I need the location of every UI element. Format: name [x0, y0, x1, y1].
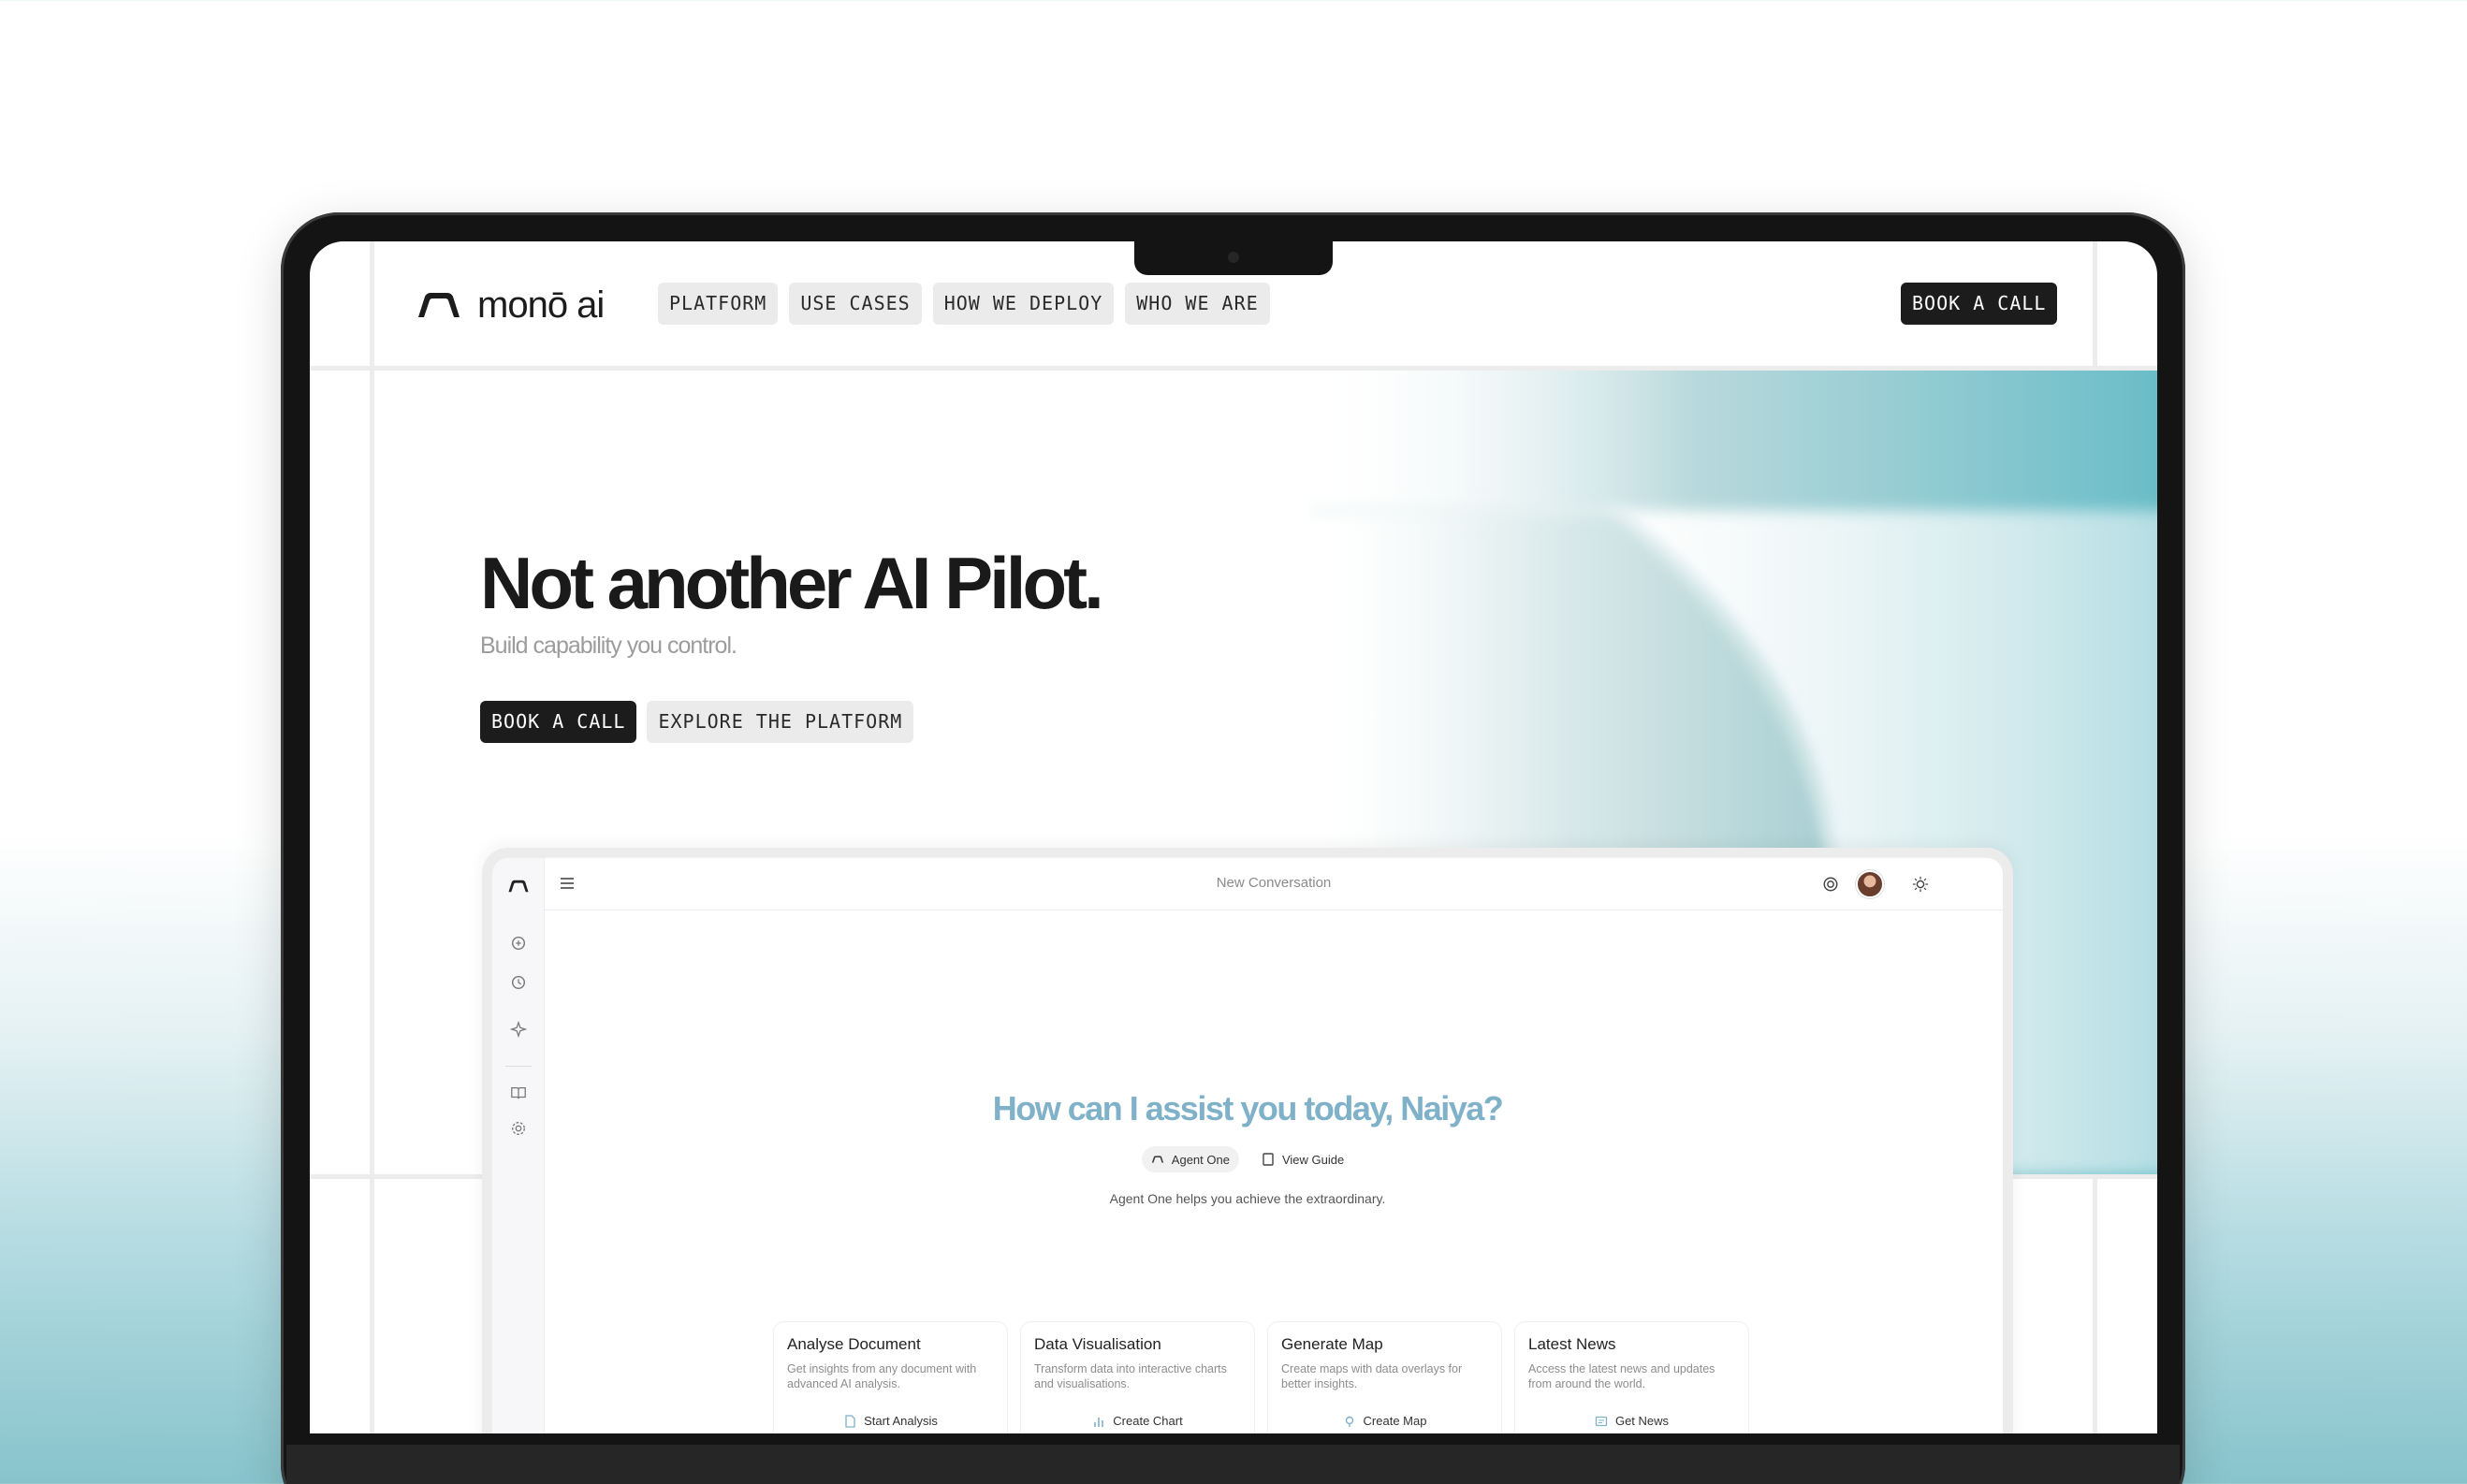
- logo-icon: [1151, 1156, 1163, 1163]
- card-description: Transform data into interactive charts a…: [1034, 1362, 1227, 1390]
- nav-item-use-cases[interactable]: USE CASES: [789, 283, 922, 325]
- explore-platform-button[interactable]: EXPLORE THE PLATFORM: [647, 701, 914, 743]
- card-action-label: Create Chart: [1113, 1414, 1183, 1428]
- brand-logo[interactable]: monō ai: [416, 284, 605, 327]
- avatar[interactable]: [1856, 870, 1884, 898]
- nav-item-platform[interactable]: PLATFORM: [658, 283, 779, 325]
- grid-line: [370, 241, 374, 1433]
- card-description: Get insights from any document with adva…: [787, 1362, 977, 1390]
- book-icon: [1263, 1153, 1274, 1166]
- camera-notch: [1134, 241, 1333, 275]
- main-nav: PLATFORM USE CASES HOW WE DEPLOY WHO WE …: [658, 283, 1270, 325]
- hero-title: Not another AI Pilot.: [480, 542, 1104, 624]
- create-map-button[interactable]: Create Map: [1281, 1414, 1488, 1428]
- view-guide-pill[interactable]: View Guide: [1252, 1146, 1353, 1172]
- map-pin-icon: [1345, 1416, 1353, 1427]
- sparkle-icon[interactable]: [510, 1021, 527, 1038]
- card-generate-map[interactable]: Generate Map Create maps with data overl…: [1267, 1321, 1502, 1433]
- hero-book-call-button[interactable]: BOOK A CALL: [480, 701, 637, 743]
- hero-subtitle: Build capability you control.: [480, 633, 737, 659]
- camera-icon: [1228, 252, 1239, 263]
- app-preview: New Conversation How can I assist you to…: [482, 848, 2013, 1433]
- chat-icon[interactable]: [510, 935, 527, 952]
- create-chart-button[interactable]: Create Chart: [1034, 1414, 1241, 1428]
- news-icon: [1595, 1416, 1608, 1426]
- brand-name: monō ai: [477, 284, 605, 326]
- book-call-button[interactable]: BOOK A CALL: [1901, 283, 2058, 325]
- card-description: Access the latest news and updates from …: [1528, 1362, 1715, 1390]
- card-action-label: Get News: [1614, 1414, 1670, 1428]
- greeting-heading: How can I assist you today, Naiya?: [992, 1089, 1504, 1128]
- logo-icon[interactable]: [507, 879, 530, 894]
- laptop-base: [286, 1445, 2180, 1484]
- nav-item-how-we-deploy[interactable]: HOW WE DEPLOY: [932, 283, 1115, 325]
- chat-history-icon[interactable]: [510, 974, 527, 991]
- card-latest-news[interactable]: Latest News Access the latest news and u…: [1514, 1321, 1749, 1433]
- app-topbar: New Conversation: [545, 858, 2003, 910]
- openai-icon[interactable]: [1822, 876, 1839, 893]
- chart-icon: [1094, 1417, 1104, 1427]
- agent-one-label: Agent One: [1171, 1152, 1230, 1167]
- card-title: Generate Map: [1281, 1335, 1383, 1353]
- hero-actions: BOOK A CALL EXPLORE THE PLATFORM: [480, 701, 914, 743]
- start-analysis-button[interactable]: Start Analysis: [787, 1414, 994, 1428]
- card-title: Latest News: [1528, 1335, 1616, 1353]
- card-action-label: Create Map: [1363, 1414, 1427, 1428]
- card-title: Analyse Document: [787, 1335, 921, 1353]
- card-description: Create maps with data overlays for bette…: [1281, 1362, 1463, 1390]
- sun-icon[interactable]: [1912, 876, 1929, 893]
- document-icon: [845, 1414, 855, 1428]
- agent-one-pill[interactable]: Agent One: [1141, 1146, 1239, 1172]
- card-action-label: Start Analysis: [864, 1414, 938, 1428]
- card-title: Data Visualisation: [1034, 1335, 1161, 1353]
- sidebar-divider: [505, 1066, 532, 1067]
- logo-icon: [418, 293, 460, 317]
- card-analyse-document[interactable]: Analyse Document Get insights from any d…: [773, 1321, 1008, 1433]
- card-data-visualisation[interactable]: Data Visualisation Transform data into i…: [1020, 1321, 1255, 1433]
- view-guide-label: View Guide: [1281, 1152, 1345, 1167]
- agent-description: Agent One helps you achieve the extraord…: [1109, 1191, 1386, 1206]
- conversation-title: New Conversation: [1216, 875, 1332, 891]
- agent-pills: Agent One View Guide: [492, 1146, 2003, 1172]
- laptop-screen: monō ai PLATFORM USE CASES HOW WE DEPLOY…: [310, 241, 2157, 1433]
- get-news-button[interactable]: Get News: [1528, 1414, 1735, 1428]
- nav-item-who-we-are[interactable]: WHO WE ARE: [1125, 283, 1270, 325]
- feature-cards: Analyse Document Get insights from any d…: [773, 1321, 1749, 1433]
